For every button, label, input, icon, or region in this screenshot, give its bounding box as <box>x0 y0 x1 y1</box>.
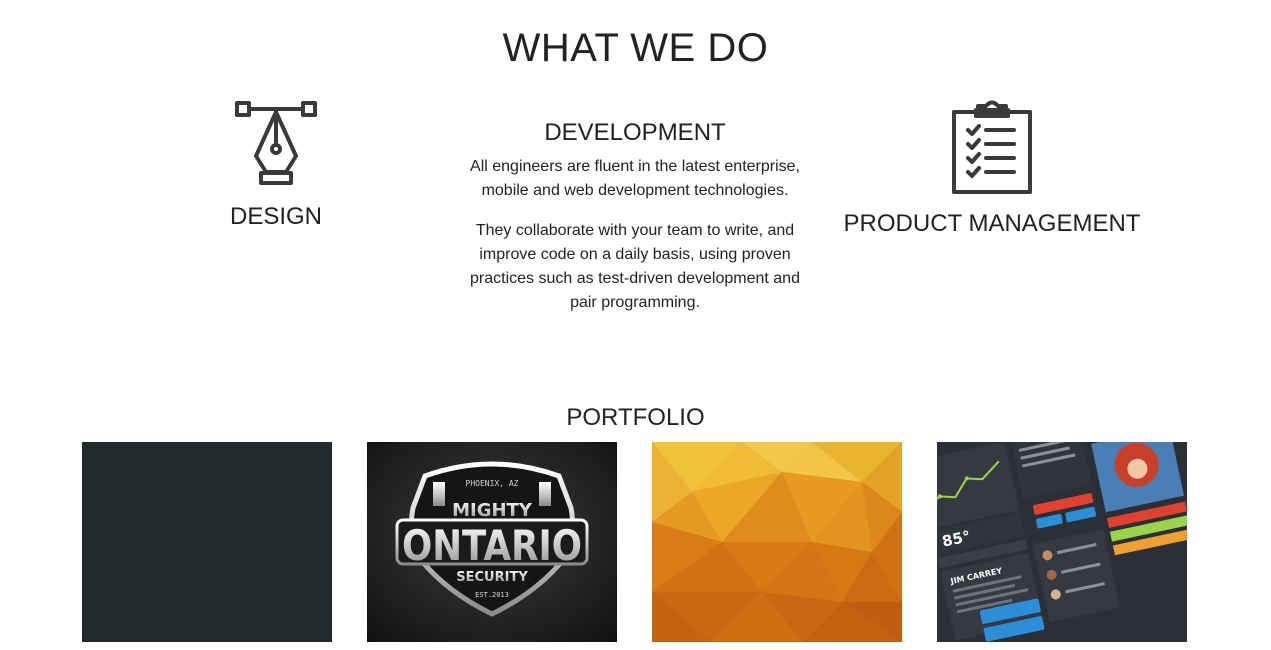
clipboard-checklist-icon <box>952 100 1032 194</box>
service-development: DEVELOPMENT All engineers are fluent in … <box>470 119 800 315</box>
portfolio-item-dark[interactable] <box>82 442 332 642</box>
service-design-title: DESIGN <box>229 203 322 230</box>
portfolio-title: PORTFOLIO <box>566 404 705 431</box>
portfolio-item-low-poly[interactable] <box>652 442 902 642</box>
portfolio-item-logo-badge[interactable]: PHOENIX, AZ MIGHTY ONTARIO SECURITY EST.… <box>367 442 617 642</box>
logo-badge-bottom-text: EST.2013 <box>475 591 509 599</box>
logo-badge-line2: ONTARIO <box>402 521 582 570</box>
ui-kit-image: 85° JIM CARREY <box>937 442 1187 642</box>
pen-tool-icon <box>235 101 317 185</box>
logo-badge-image: PHOENIX, AZ MIGHTY ONTARIO SECURITY EST.… <box>367 442 617 642</box>
what-we-do-title: WHAT WE DO <box>502 26 769 70</box>
low-poly-image <box>652 442 902 642</box>
logo-badge-line1: MIGHTY <box>452 500 533 521</box>
portfolio-item-ui-kit[interactable]: 85° JIM CARREY <box>937 442 1187 642</box>
service-product-management: PRODUCT MANAGEMENT <box>832 100 1152 238</box>
logo-badge-line3: SECURITY <box>456 570 528 585</box>
service-product-management-title: PRODUCT MANAGEMENT <box>843 210 1141 237</box>
logo-badge-top-text: PHOENIX, AZ <box>466 479 519 488</box>
page: WHAT WE DO DESIGN DEVELOPMENT All engine… <box>0 0 1271 650</box>
service-design: DESIGN <box>176 100 376 231</box>
service-development-text-1: All engineers are fluent in the latest e… <box>470 158 800 199</box>
service-development-title: DEVELOPMENT <box>544 119 726 146</box>
service-development-text-2: They collaborate with your team to write… <box>470 222 800 311</box>
